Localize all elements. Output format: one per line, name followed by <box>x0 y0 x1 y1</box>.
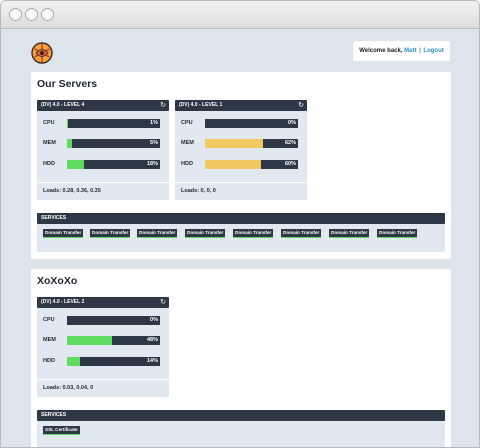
service-tag[interactable]: Domain Transfer <box>90 229 131 238</box>
service-tag[interactable]: Domain Transfer <box>137 229 178 238</box>
mem-bar-fill <box>67 139 72 148</box>
metric-label-mem: MEM <box>43 140 56 146</box>
mem-bar: 5% <box>67 139 160 148</box>
cpu-percent: 0% <box>288 120 296 126</box>
mem-bar-fill <box>67 336 112 345</box>
mem-percent: 5% <box>150 140 158 146</box>
server-loads: Loads: 0.03, 0.04, 0 <box>43 385 94 391</box>
welcome-box: Welcome back, Matt | Logout <box>353 41 450 61</box>
server-card: (DV) 4.0 - LEVEL 2 ↻ CPU 0% MEM 48% HDD <box>37 297 169 397</box>
metric-label-cpu: CPU <box>43 317 55 323</box>
server-card: (DV) 4.0 - LEVEL 4 ↻ CPU 1% MEM 5% HDD 1… <box>37 100 169 200</box>
hdd-bar-fill <box>67 357 81 366</box>
mem-percent: 62% <box>284 140 296 146</box>
header-separator: | <box>419 48 421 54</box>
server-name: (DV) 4.0 - LEVEL 2 <box>41 299 85 305</box>
server-name: (DV) 4.0 - LEVEL 1 <box>179 102 223 108</box>
window-close-button[interactable] <box>9 8 22 21</box>
service-tag[interactable]: Domain Transfer <box>43 229 84 238</box>
hdd-percent: 18% <box>146 161 158 167</box>
services-header: SERVICES <box>37 410 445 421</box>
hdd-bar-fill <box>205 160 261 169</box>
services-section: SERVICES Domain Transfer Domain Transfer… <box>37 213 445 252</box>
cpu-bar: 0% <box>67 316 160 325</box>
service-tag[interactable]: Domain Transfer <box>377 229 418 238</box>
service-tag[interactable]: Domain Transfer <box>185 229 226 238</box>
welcome-text: Welcome back, <box>359 48 403 54</box>
metric-label-cpu: CPU <box>43 120 55 126</box>
refresh-icon[interactable]: ↻ <box>298 100 304 111</box>
hdd-bar-fill <box>67 160 84 169</box>
mem-bar: 48% <box>67 336 160 345</box>
metric-label-hdd: HDD <box>43 161 55 167</box>
metric-label-mem: MEM <box>43 337 56 343</box>
mem-percent: 48% <box>146 337 158 343</box>
cpu-bar-fill <box>67 119 68 128</box>
server-header: (DV) 4.0 - LEVEL 2 ↻ <box>37 297 169 308</box>
mem-bar-fill <box>205 139 263 148</box>
metric-label-hdd: HDD <box>181 161 193 167</box>
server-body: CPU 0% MEM 48% HDD 14% Loads: 0.03, 0.04… <box>37 308 169 397</box>
window-zoom-button[interactable] <box>41 8 54 21</box>
server-body: CPU 0% MEM 62% HDD 60% Loads: 0, 0, 0 <box>175 111 307 200</box>
services-body: SSL Certificate <box>37 421 445 447</box>
refresh-icon[interactable]: ↻ <box>160 100 166 111</box>
loads-divider <box>37 182 169 183</box>
hdd-percent: 14% <box>146 358 158 364</box>
services-section: SERVICES SSL Certificate <box>37 410 445 447</box>
refresh-icon[interactable]: ↻ <box>160 297 166 308</box>
services-header: SERVICES <box>37 213 445 224</box>
server-header: (DV) 4.0 - LEVEL 1 ↻ <box>175 100 307 111</box>
hdd-bar: 60% <box>205 160 298 169</box>
group-title: Our Servers <box>37 78 98 90</box>
hdd-bar: 18% <box>67 160 160 169</box>
hdd-percent: 60% <box>284 161 296 167</box>
service-tag[interactable]: Domain Transfer <box>329 229 370 238</box>
loads-divider <box>37 379 169 380</box>
cpu-bar: 1% <box>67 119 160 128</box>
service-tag[interactable]: Domain Transfer <box>233 229 274 238</box>
server-group-panel: XoXoXo (DV) 4.0 - LEVEL 2 ↻ CPU 0% MEM 4… <box>31 269 451 447</box>
browser-window: Welcome back, Matt | Logout Our Servers … <box>0 0 480 448</box>
cpu-percent: 0% <box>150 317 158 323</box>
logout-link[interactable]: Logout <box>423 48 443 54</box>
server-group-panel: Our Servers (DV) 4.0 - LEVEL 4 ↻ CPU 1% … <box>31 72 451 259</box>
services-body: Domain Transfer Domain Transfer Domain T… <box>37 224 445 252</box>
window-minimize-button[interactable] <box>25 8 38 21</box>
logo-icon[interactable] <box>31 42 53 64</box>
metric-label-cpu: CPU <box>181 120 193 126</box>
metric-label-hdd: HDD <box>43 358 55 364</box>
hdd-bar: 14% <box>67 357 160 366</box>
cpu-bar: 0% <box>205 119 298 128</box>
window-titlebar <box>1 1 479 29</box>
server-card: (DV) 4.0 - LEVEL 1 ↻ CPU 0% MEM 62% HDD <box>175 100 307 200</box>
server-loads: Loads: 0.28, 0.36, 0.35 <box>43 188 101 194</box>
service-tag[interactable]: Domain Transfer <box>281 229 322 238</box>
metric-label-mem: MEM <box>181 140 194 146</box>
loads-divider <box>175 182 307 183</box>
user-name-link[interactable]: Matt <box>404 48 416 54</box>
service-tag[interactable]: SSL Certificate <box>43 426 80 435</box>
cpu-percent: 1% <box>150 120 158 126</box>
group-title: XoXoXo <box>37 275 78 287</box>
server-name: (DV) 4.0 - LEVEL 4 <box>41 102 85 108</box>
server-header: (DV) 4.0 - LEVEL 4 ↻ <box>37 100 169 111</box>
page-content: Welcome back, Matt | Logout Our Servers … <box>1 30 479 447</box>
server-body: CPU 1% MEM 5% HDD 18% Loads: 0.28, 0.36,… <box>37 111 169 200</box>
server-loads: Loads: 0, 0, 0 <box>181 188 216 194</box>
mem-bar: 62% <box>205 139 298 148</box>
